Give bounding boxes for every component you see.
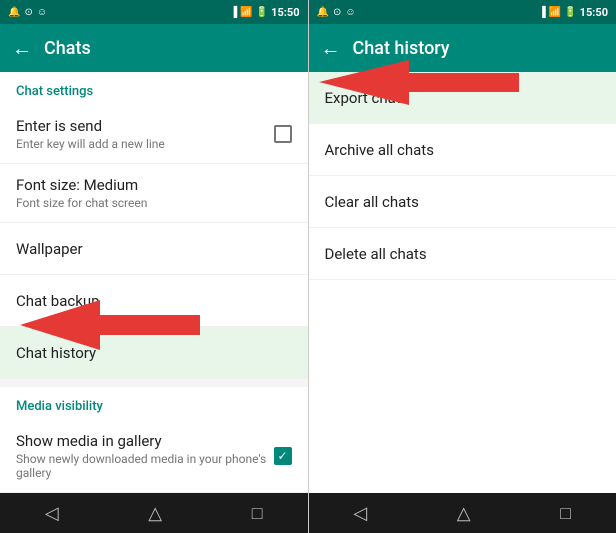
right-back-button[interactable]: ← <box>321 36 341 61</box>
enter-is-send-checkbox[interactable] <box>274 125 292 143</box>
left-nav-back[interactable]: ◁ <box>25 495 79 532</box>
right-time: 15:50 <box>580 6 608 19</box>
left-back-button[interactable]: ← <box>12 36 32 61</box>
right-nav-home[interactable]: △ <box>437 495 491 532</box>
font-size-title: Font size: Medium <box>16 176 292 194</box>
wallpaper-item[interactable]: Wallpaper <box>0 223 308 275</box>
enter-is-send-subtitle: Enter key will add a new line <box>16 137 274 151</box>
enter-is-send-item[interactable]: Enter is send Enter key will add a new l… <box>0 105 308 164</box>
left-toolbar: ← Chats <box>0 24 308 72</box>
archive-all-title: Archive all chats <box>325 141 601 159</box>
left-toolbar-title: Chats <box>44 38 296 59</box>
chat-settings-header: Chat settings <box>0 72 308 105</box>
battery-icon: 🔋 <box>256 7 268 18</box>
media-visibility-header: Media visibility <box>0 387 308 420</box>
right-nav-square[interactable]: □ <box>540 495 591 532</box>
chat-history-item[interactable]: Chat history <box>0 327 308 379</box>
right-toolbar-title: Chat history <box>353 38 605 59</box>
right-notification-icon: 🔔 <box>317 7 329 18</box>
clock-icon: ⊙ <box>24 7 32 18</box>
chat-backup-title: Chat backup <box>16 292 292 310</box>
emoji-icon: ☺ <box>37 7 47 18</box>
show-media-title: Show media in gallery <box>16 432 274 450</box>
right-emoji-icon: ☺ <box>345 7 355 18</box>
right-content: Export chat Archive all chats Clear all … <box>309 72 616 493</box>
left-time: 15:50 <box>271 6 299 19</box>
right-nav-bar: ◁ △ □ <box>309 493 616 533</box>
clear-all-title: Clear all chats <box>325 193 601 211</box>
left-nav-square[interactable]: □ <box>232 495 283 532</box>
right-sim-icon: ▐ <box>539 7 546 18</box>
chat-history-title: Chat history <box>16 344 292 362</box>
archive-all-item[interactable]: Archive all chats <box>309 124 616 176</box>
show-media-checkbox[interactable] <box>274 447 292 465</box>
wifi-icon: 📶 <box>240 7 252 18</box>
export-chat-title: Export chat <box>325 89 601 107</box>
right-wifi-icon: 📶 <box>549 7 561 18</box>
right-battery-icon: 🔋 <box>564 7 576 18</box>
sim-icon: ▐ <box>230 7 237 18</box>
delete-all-item[interactable]: Delete all chats <box>309 228 616 280</box>
export-chat-item[interactable]: Export chat <box>309 72 616 124</box>
chat-backup-item[interactable]: Chat backup <box>0 275 308 327</box>
left-status-bar: 🔔 ⊙ ☺ ▐ 📶 🔋 15:50 <box>0 0 308 24</box>
left-nav-home[interactable]: △ <box>128 495 182 532</box>
enter-is-send-title: Enter is send <box>16 117 274 135</box>
font-size-item[interactable]: Font size: Medium Font size for chat scr… <box>0 164 308 223</box>
right-nav-back[interactable]: ◁ <box>333 495 387 532</box>
notification-icon: 🔔 <box>8 7 20 18</box>
show-media-subtitle: Show newly downloaded media in your phon… <box>16 452 274 480</box>
section-divider <box>0 379 308 387</box>
left-nav-bar: ◁ △ □ <box>0 493 308 533</box>
show-media-item[interactable]: Show media in gallery Show newly downloa… <box>0 420 308 493</box>
right-status-bar: 🔔 ⊙ ☺ ▐ 📶 🔋 15:50 <box>309 0 616 24</box>
right-clock-icon: ⊙ <box>333 7 341 18</box>
clear-all-item[interactable]: Clear all chats <box>309 176 616 228</box>
wallpaper-title: Wallpaper <box>16 240 292 258</box>
delete-all-title: Delete all chats <box>325 245 601 263</box>
font-size-subtitle: Font size for chat screen <box>16 196 292 210</box>
right-toolbar: ← Chat history <box>309 24 616 72</box>
left-content: Chat settings Enter is send Enter key wi… <box>0 72 308 493</box>
